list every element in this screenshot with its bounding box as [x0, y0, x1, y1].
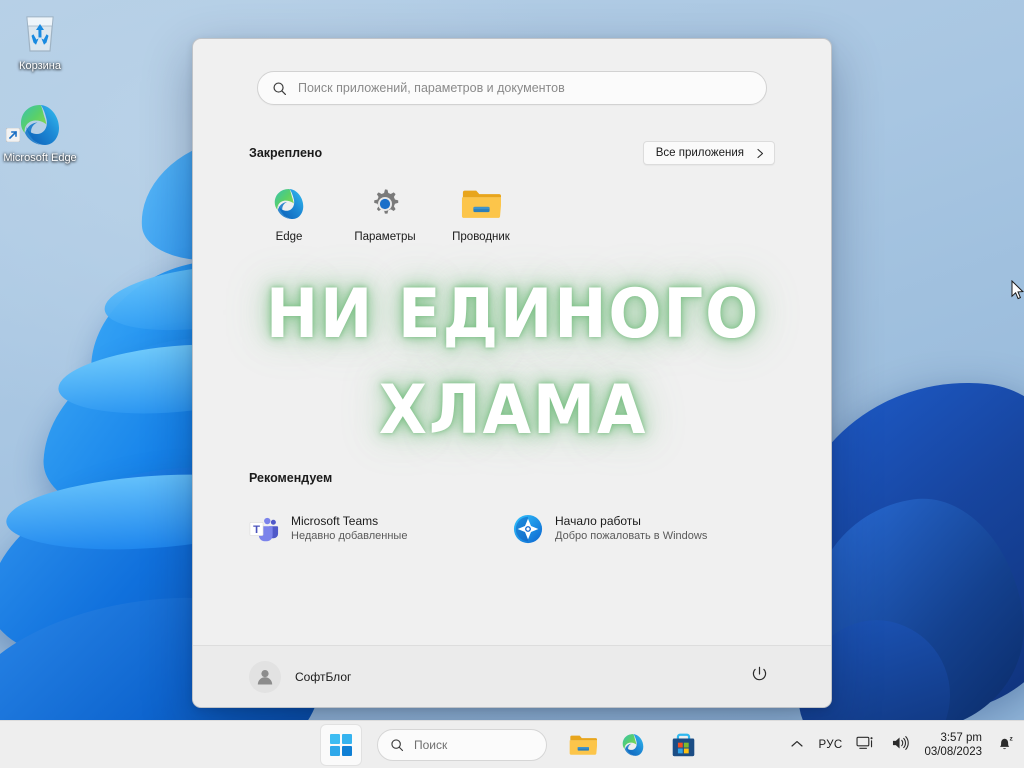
desktop-icon-label: Корзина [19, 60, 61, 72]
volume-icon [893, 736, 910, 750]
recommended-item-subtitle: Недавно добавленные [291, 530, 408, 542]
shortcut-arrow-icon [6, 128, 20, 142]
pinned-header: Закреплено Все приложения [249, 141, 775, 165]
windows-logo-icon [330, 733, 352, 756]
system-tray: РУС 3:57 pm 03/08/2023 z [787, 721, 1017, 768]
user-name-label: СофтБлог [295, 669, 352, 684]
desktop-icon-microsoft-edge[interactable]: Microsoft Edge [0, 100, 80, 165]
volume-button[interactable] [889, 731, 912, 758]
pinned-app-file-explorer[interactable]: Проводник [441, 181, 521, 243]
pinned-app-edge[interactable]: Edge [249, 181, 329, 243]
taskbar-search-input[interactable]: Поиск [377, 728, 547, 761]
clock-date: 03/08/2023 [924, 745, 982, 758]
search-icon [273, 81, 287, 95]
folder-icon [441, 185, 521, 223]
pinned-app-settings[interactable]: Параметры [345, 181, 425, 243]
recommended-title: Рекомендуем [249, 471, 333, 485]
teams-icon: T [249, 514, 279, 544]
overlay-line-1: НИ ЕДИНОГО [265, 275, 761, 354]
power-button[interactable] [744, 659, 775, 695]
recommended-item-get-started[interactable]: Начало работы Добро пожаловать в Windows [513, 509, 777, 548]
pinned-app-label: Параметры [354, 231, 416, 243]
edge-icon [622, 733, 644, 756]
recommended-item-teams[interactable]: T Microsoft Teams Недавно добавленные [249, 509, 513, 548]
pinned-app-label: Edge [275, 231, 303, 243]
svg-text:T: T [253, 523, 260, 535]
recommended-item-text: Начало работы Добро пожаловать в Windows [555, 513, 707, 544]
taskbar-search-placeholder: Поиск [414, 737, 448, 752]
pinned-title: Закреплено [249, 146, 323, 160]
start-menu[interactable]: Поиск приложений, параметров и документо… [192, 38, 832, 708]
clock-button[interactable]: 3:57 pm 03/08/2023 [924, 731, 982, 759]
folder-icon [569, 735, 597, 755]
overlay-line-2: ХЛАМА [378, 371, 648, 450]
start-search-input[interactable]: Поиск приложений, параметров и документо… [257, 71, 767, 105]
pinned-app-label: Проводник [452, 231, 510, 243]
start-menu-body: Поиск приложений, параметров и документо… [193, 39, 831, 645]
desktop-icon-label: Microsoft Edge [3, 152, 77, 164]
recommended-item-title: Microsoft Teams [291, 514, 379, 528]
taskbar-app-microsoft-store[interactable] [663, 725, 703, 765]
all-apps-button[interactable]: Все приложения [642, 141, 775, 165]
language-indicator[interactable]: РУС [819, 739, 843, 751]
taskbar-app-file-explorer[interactable] [563, 725, 603, 765]
start-button[interactable] [321, 724, 361, 765]
recommended-item-title: Начало работы [555, 514, 641, 528]
recommended-grid: T Microsoft Teams Недавно добавленные На… [249, 509, 777, 548]
user-avatar-icon [249, 660, 281, 693]
gear-icon [345, 185, 425, 223]
edge-icon [0, 100, 80, 150]
network-icon [856, 736, 873, 749]
tray-overflow-button[interactable] [787, 733, 807, 757]
recycle-bin-icon [0, 8, 80, 58]
user-account-button[interactable]: СофтБлог [249, 660, 352, 693]
all-apps-label: Все приложения [655, 147, 744, 159]
chevron-up-icon [790, 740, 803, 747]
taskbar-app-microsoft-edge[interactable] [613, 725, 653, 765]
svg-text:z: z [1009, 735, 1013, 742]
power-icon [752, 666, 767, 680]
store-icon [672, 733, 694, 756]
do-not-disturb-bell-icon: z [999, 735, 1013, 750]
get-started-icon [513, 514, 543, 544]
clock-time: 3:57 pm [940, 731, 982, 744]
recommended-item-subtitle: Добро пожаловать в Windows [555, 530, 708, 542]
pinned-apps-grid: Edge Параметры Проводник [249, 181, 775, 243]
overlay-promo-text: НИ ЕДИНОГО ХЛАМА [193, 275, 831, 451]
notifications-button[interactable]: z [994, 730, 1016, 759]
recommended-item-text: Microsoft Teams Недавно добавленные [291, 513, 407, 544]
desktop-icon-recycle-bin[interactable]: Корзина [0, 8, 80, 73]
taskbar[interactable]: Поиск РУС 3:57 pm 03/08/2023 z [0, 720, 1024, 768]
search-icon [391, 738, 404, 751]
network-status-button[interactable] [854, 731, 877, 758]
start-menu-footer: СофтБлог [193, 645, 831, 707]
edge-icon [249, 185, 329, 223]
chevron-right-icon [757, 148, 764, 158]
start-search-placeholder: Поиск приложений, параметров и документо… [298, 81, 565, 95]
